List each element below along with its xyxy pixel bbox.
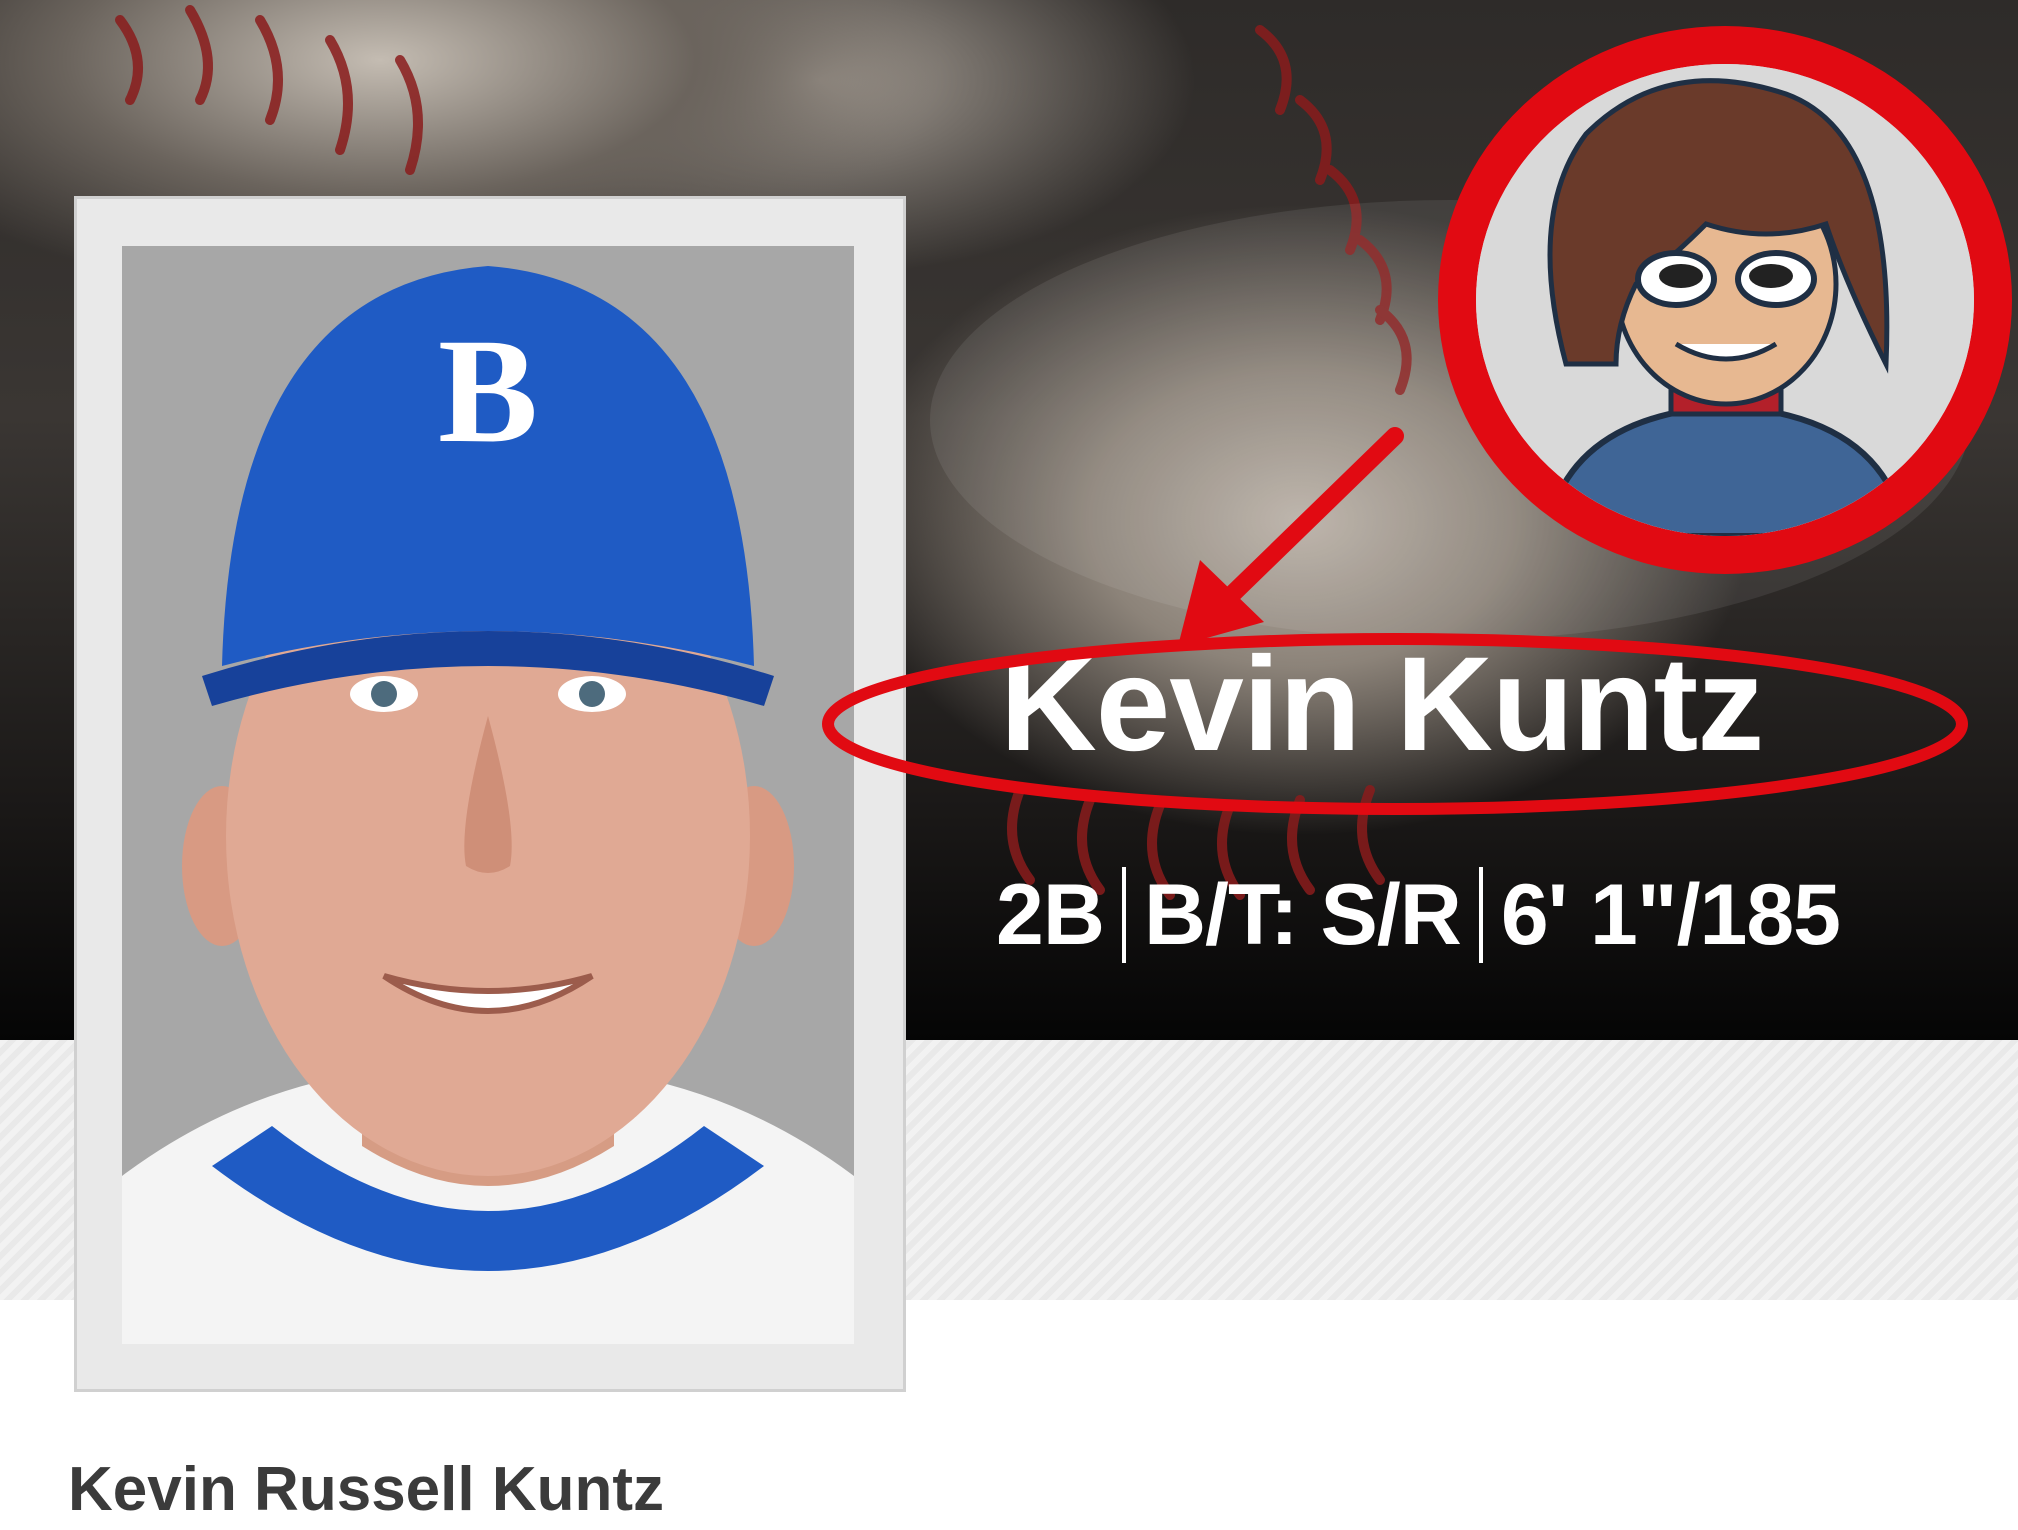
cap-logo-letter: B xyxy=(437,308,539,474)
player-meta-line: 2B B/T: S/R 6' 1"/185 xyxy=(996,860,1841,970)
cartoon-avatar-drawing xyxy=(1476,64,1974,536)
meta-divider xyxy=(1478,867,1483,963)
meta-divider xyxy=(1121,867,1126,963)
player-photo: B xyxy=(122,246,854,1344)
player-display-name: Kevin Kuntz xyxy=(1000,630,1764,779)
player-position: 2B xyxy=(996,866,1105,963)
player-full-name: Kevin Russell Kuntz xyxy=(68,1455,664,1524)
cartoon-avatar-icon xyxy=(1438,26,2012,574)
player-height-weight: 6' 1"/185 xyxy=(1500,866,1841,963)
player-bats-throws: B/T: S/R xyxy=(1143,866,1462,963)
